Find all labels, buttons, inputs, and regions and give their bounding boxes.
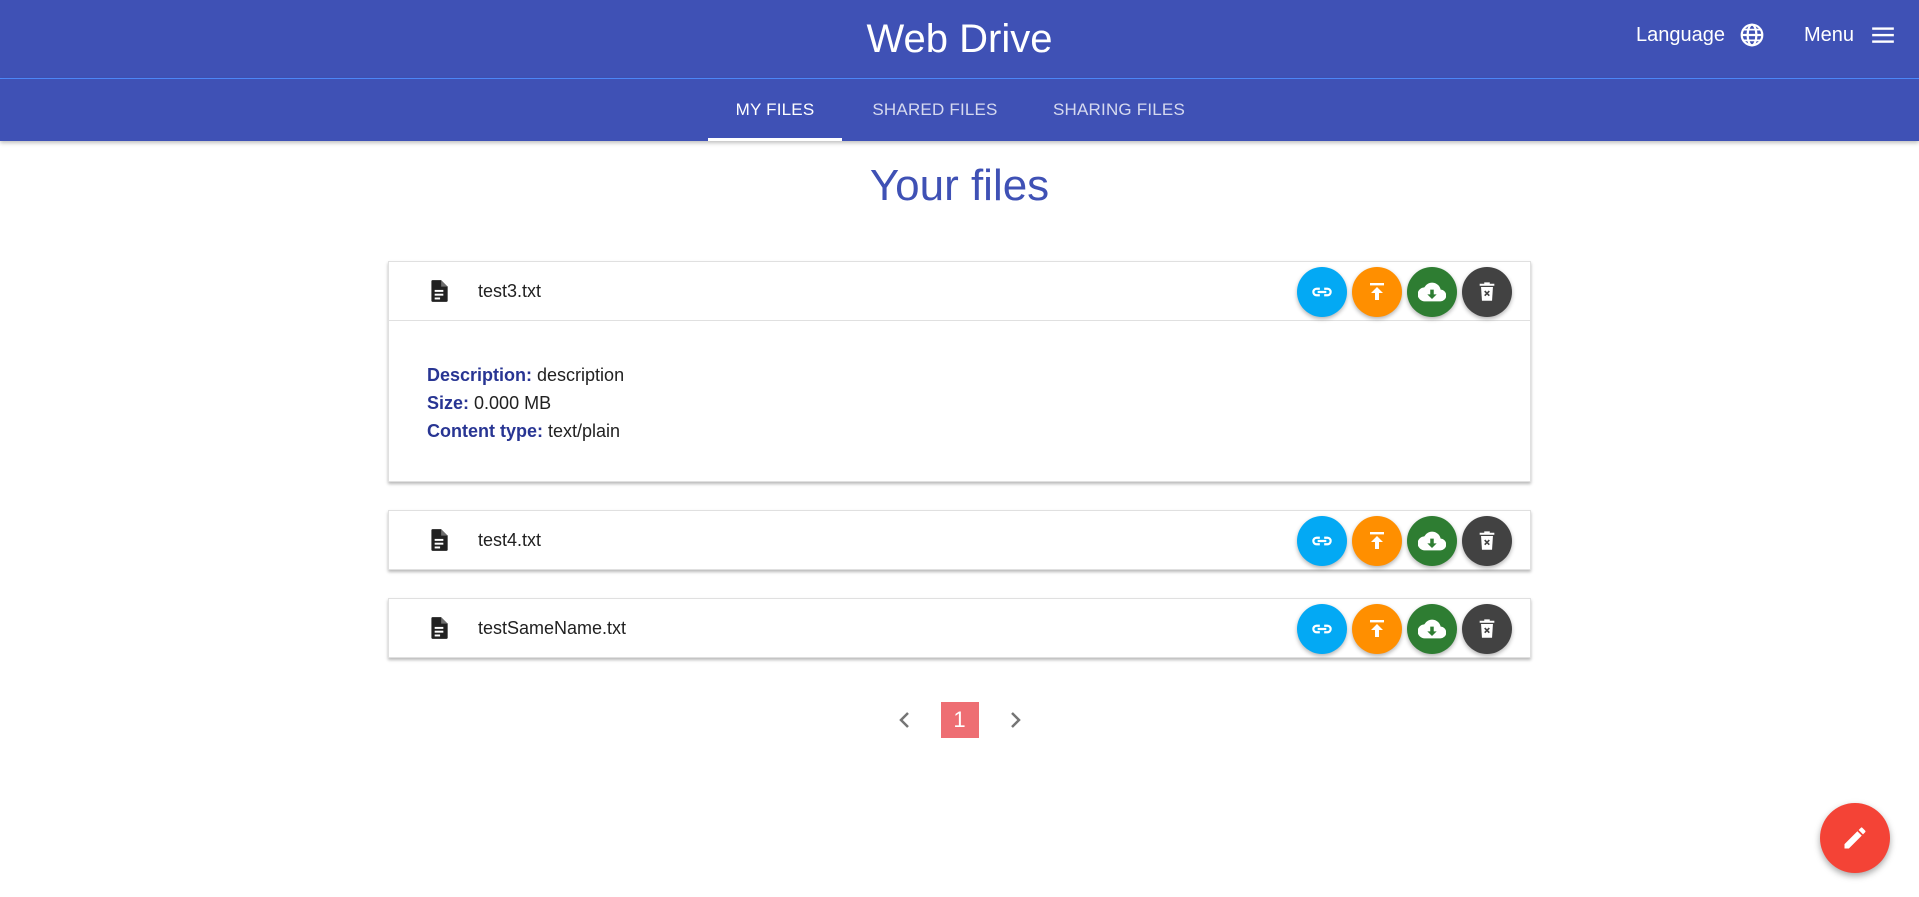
edit-fab-button[interactable] <box>1820 803 1890 873</box>
download-button[interactable] <box>1407 604 1457 654</box>
link-icon <box>1312 624 1332 634</box>
trash-icon <box>1479 531 1495 550</box>
link-icon <box>1312 287 1332 297</box>
upload-icon <box>1370 620 1384 637</box>
file-name: testSameName.txt <box>478 618 627 638</box>
trash-icon <box>1479 619 1495 638</box>
upload-button[interactable] <box>1352 267 1402 317</box>
tab-sharing-files[interactable]: SHARING FILES <box>1040 79 1198 141</box>
language-button[interactable]: Language <box>1636 22 1765 48</box>
content-type-label: Content type: <box>427 421 543 441</box>
delete-button[interactable] <box>1462 267 1512 317</box>
language-label: Language <box>1636 23 1725 46</box>
file-card-header[interactable]: testSameName.txt <box>389 599 1530 657</box>
page-heading: Your files <box>869 161 1050 210</box>
cloud-download-icon <box>1418 282 1446 302</box>
file-actions <box>1292 516 1512 566</box>
content-type-value: text/plain <box>548 421 621 441</box>
document-icon <box>431 529 448 551</box>
description-row: Description: description <box>427 361 1492 389</box>
tab-active-indicator <box>708 138 842 141</box>
menu-label: Menu <box>1804 23 1855 46</box>
file-actions <box>1292 604 1512 654</box>
size-value: 0.000 MB <box>474 393 552 413</box>
file-card: test3.txt Description: description Size:… <box>388 261 1531 482</box>
share-link-button[interactable] <box>1297 267 1347 317</box>
link-icon <box>1312 536 1332 546</box>
file-card: testSameName.txt <box>388 598 1531 658</box>
document-icon <box>431 617 448 639</box>
delete-button[interactable] <box>1462 516 1512 566</box>
app-title: Web Drive <box>866 17 1053 61</box>
page-number-current[interactable]: 1 <box>940 702 979 738</box>
tab-shared-files[interactable]: SHARED FILES <box>860 79 1010 141</box>
cloud-download-icon <box>1418 531 1446 551</box>
content-type-row: Content type: text/plain <box>427 417 1492 445</box>
file-actions <box>1292 267 1512 317</box>
pencil-icon <box>1844 827 1866 849</box>
globe-icon <box>1740 23 1764 47</box>
file-name: test4.txt <box>478 530 542 550</box>
file-card: test4.txt <box>388 510 1531 570</box>
pagination: 1 <box>0 702 1919 738</box>
upload-button[interactable] <box>1352 604 1402 654</box>
file-card-header[interactable]: test4.txt <box>389 511 1530 569</box>
next-page-button[interactable] <box>997 702 1033 738</box>
chevron-left-icon <box>898 712 909 728</box>
tab-sharing-files-label: SHARING FILES <box>1052 100 1186 119</box>
chevron-right-icon <box>1010 712 1021 728</box>
tab-my-files[interactable]: MY FILES <box>708 79 842 141</box>
document-icon <box>431 280 448 302</box>
share-link-button[interactable] <box>1297 604 1347 654</box>
top-app-bar: Web Drive Language Menu <box>0 0 1919 79</box>
download-button[interactable] <box>1407 516 1457 566</box>
file-card-header[interactable]: test3.txt <box>389 262 1530 320</box>
tab-my-files-label: MY FILES <box>735 100 815 119</box>
upload-button[interactable] <box>1352 516 1402 566</box>
delete-button[interactable] <box>1462 604 1512 654</box>
description-label: Description: <box>427 365 533 385</box>
size-row: Size: 0.000 MB <box>427 389 1492 417</box>
tab-shared-files-label: SHARED FILES <box>872 100 998 119</box>
hamburger-icon <box>1872 27 1894 43</box>
upload-icon <box>1370 283 1384 300</box>
description-value: description <box>537 365 625 385</box>
tab-bar: MY FILES SHARED FILES SHARING FILES <box>0 79 1919 141</box>
share-link-button[interactable] <box>1297 516 1347 566</box>
previous-page-button[interactable] <box>887 702 923 738</box>
trash-icon <box>1479 282 1495 301</box>
download-button[interactable] <box>1407 267 1457 317</box>
size-label: Size: <box>427 393 470 413</box>
file-name: test3.txt <box>478 281 542 301</box>
cloud-download-icon <box>1418 619 1446 639</box>
menu-button[interactable]: Menu <box>1804 22 1896 48</box>
upload-icon <box>1370 532 1384 549</box>
file-details: Description: description Size: 0.000 MB … <box>389 320 1530 481</box>
